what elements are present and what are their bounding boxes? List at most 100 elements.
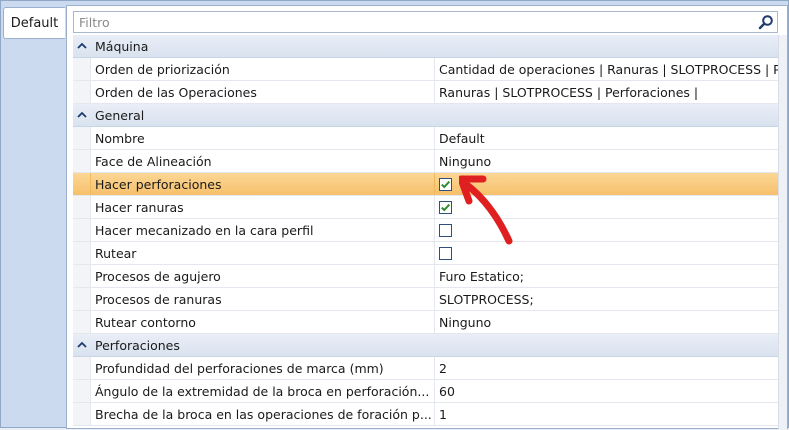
property-row[interactable]: Hacer ranuras [73, 196, 778, 219]
property-name-label: Rutear contorno [95, 314, 196, 330]
property-row[interactable]: Face de Alineación Ninguno [73, 150, 778, 173]
property-value-cell[interactable] [435, 219, 778, 241]
property-value-cell[interactable]: 2 [435, 357, 778, 379]
filter-box [73, 11, 778, 33]
property-name: Procesos de ranuras [91, 288, 435, 310]
property-name-label: Orden de priorización [95, 61, 230, 77]
property-value: 1 [439, 406, 447, 422]
row-gutter [73, 219, 91, 241]
property-row[interactable]: Rutear contorno Ninguno [73, 311, 778, 334]
property-name-label: Hacer perforaciones [95, 176, 222, 192]
property-row[interactable]: Profundidad del perforaciones de marca (… [73, 357, 778, 380]
property-value: Ninguno [439, 153, 492, 169]
property-grid: Máquina Orden de priorización Cantidad de … [73, 35, 778, 430]
row-gutter [73, 265, 91, 287]
property-value-cell[interactable]: Furo Estatico; [435, 265, 778, 287]
row-gutter [73, 173, 91, 195]
property-value-cell[interactable] [435, 173, 778, 195]
tab-default[interactable]: Default [3, 7, 65, 39]
property-row[interactable]: Procesos de ranuras SLOTPROCESS; [73, 288, 778, 311]
row-gutter [73, 311, 91, 333]
property-name-label: Orden de las Operaciones [95, 84, 257, 100]
property-value: Furo Estatico; [439, 268, 524, 284]
chevron-up-icon[interactable] [73, 111, 91, 119]
property-row[interactable]: Hacer mecanizado en la cara perfil [73, 219, 778, 242]
property-name: Hacer ranuras [91, 196, 435, 218]
property-value-cell[interactable]: Ranuras | SLOTPROCESS | Perforaciones | [435, 81, 778, 103]
row-gutter [73, 58, 91, 80]
property-name-label: Hacer mecanizado en la cara perfil [95, 222, 314, 238]
property-name-label: Brecha de la broca en las operaciones de… [95, 406, 432, 422]
property-name: Orden de las Operaciones [91, 81, 435, 103]
property-name-label: Profundidad del perforaciones de marca (… [95, 360, 384, 376]
property-checkbox[interactable] [439, 246, 452, 260]
property-panel: Máquina Orden de priorización Cantidad de … [66, 5, 788, 430]
search-icon[interactable] [755, 12, 777, 32]
row-gutter [73, 288, 91, 310]
property-name-label: Procesos de ranuras [95, 291, 222, 307]
property-value-cell[interactable]: Ninguno [435, 150, 778, 172]
row-gutter [73, 81, 91, 103]
property-value-cell[interactable]: 60 [435, 380, 778, 402]
property-value: Default [439, 130, 485, 146]
row-gutter [73, 403, 91, 425]
property-name: Profundidad del perforaciones de marca (… [91, 357, 435, 379]
property-value-cell[interactable] [435, 242, 778, 264]
category-header[interactable]: Máquina [73, 35, 778, 58]
row-gutter [73, 196, 91, 218]
tab-default-label: Default [10, 15, 59, 31]
vertical-scrollbar[interactable] [778, 35, 787, 430]
property-name: Hacer perforaciones [91, 173, 435, 195]
category-header[interactable]: Perforaciones [73, 334, 778, 357]
property-name: Procesos de agujero [91, 265, 435, 287]
property-name: Brecha de la broca en las operaciones de… [91, 403, 435, 425]
property-name: Ángulo de la extremidad de la broca en p… [91, 380, 435, 402]
property-row[interactable]: Nombre Default [73, 127, 778, 150]
chevron-up-icon[interactable] [73, 42, 91, 50]
property-value: SLOTPROCESS; [439, 291, 534, 307]
category-label: Perforaciones [95, 337, 180, 353]
property-row[interactable]: Orden de las Operaciones Ranuras | SLOTPR… [73, 81, 778, 104]
property-value-cell[interactable] [435, 196, 778, 218]
property-value: Ninguno [439, 314, 492, 330]
property-name: Rutear [91, 242, 435, 264]
chevron-up-icon[interactable] [73, 341, 91, 349]
property-row[interactable]: Procesos de agujero Furo Estatico; [73, 265, 778, 288]
property-row[interactable]: Ángulo de la extremidad de la broca en p… [73, 380, 778, 403]
property-name: Nombre [91, 127, 435, 149]
row-gutter [73, 242, 91, 264]
category-label: Máquina [95, 38, 149, 54]
property-value-cell[interactable]: 1 [435, 403, 778, 425]
row-gutter [73, 150, 91, 172]
property-name: Orden de priorización [91, 58, 435, 80]
property-name-label: Face de Alineación [95, 153, 212, 169]
property-row[interactable]: Orden de priorización Cantidad de operaci… [73, 58, 778, 81]
properties-window: Default Máquina Orden de priorización Cant… [0, 0, 789, 430]
property-row[interactable]: Hacer perforaciones [73, 173, 778, 196]
property-name-label: Procesos de agujero [95, 268, 221, 284]
property-value-cell[interactable]: Ninguno [435, 311, 778, 333]
property-value-cell[interactable]: Cantidad de operaciones | Ranuras | SLOT… [435, 58, 778, 80]
filter-input[interactable] [74, 12, 755, 32]
property-value: Ranuras | SLOTPROCESS | Perforaciones | [439, 84, 699, 100]
property-checkbox[interactable] [439, 223, 452, 237]
row-gutter [73, 127, 91, 149]
category-header[interactable]: General [73, 104, 778, 127]
property-name: Hacer mecanizado en la cara perfil [91, 219, 435, 241]
property-value: 2 [439, 360, 447, 376]
row-gutter [73, 380, 91, 402]
property-row[interactable]: Rutear [73, 242, 778, 265]
property-value-cell[interactable]: Default [435, 127, 778, 149]
property-value-cell[interactable]: SLOTPROCESS; [435, 288, 778, 310]
property-name: Rutear contorno [91, 311, 435, 333]
property-value: Cantidad de operaciones | Ranuras | SLOT… [439, 61, 778, 77]
property-value: 60 [439, 383, 455, 399]
property-name: Face de Alineación [91, 150, 435, 172]
property-row[interactable]: Brecha de la broca en las operaciones de… [73, 403, 778, 426]
property-name-label: Hacer ranuras [95, 199, 184, 215]
row-gutter [73, 357, 91, 379]
property-name-label: Ángulo de la extremidad de la broca en p… [95, 383, 430, 399]
property-name-label: Nombre [95, 130, 145, 146]
property-checkbox[interactable] [439, 177, 452, 191]
property-checkbox[interactable] [439, 200, 452, 214]
